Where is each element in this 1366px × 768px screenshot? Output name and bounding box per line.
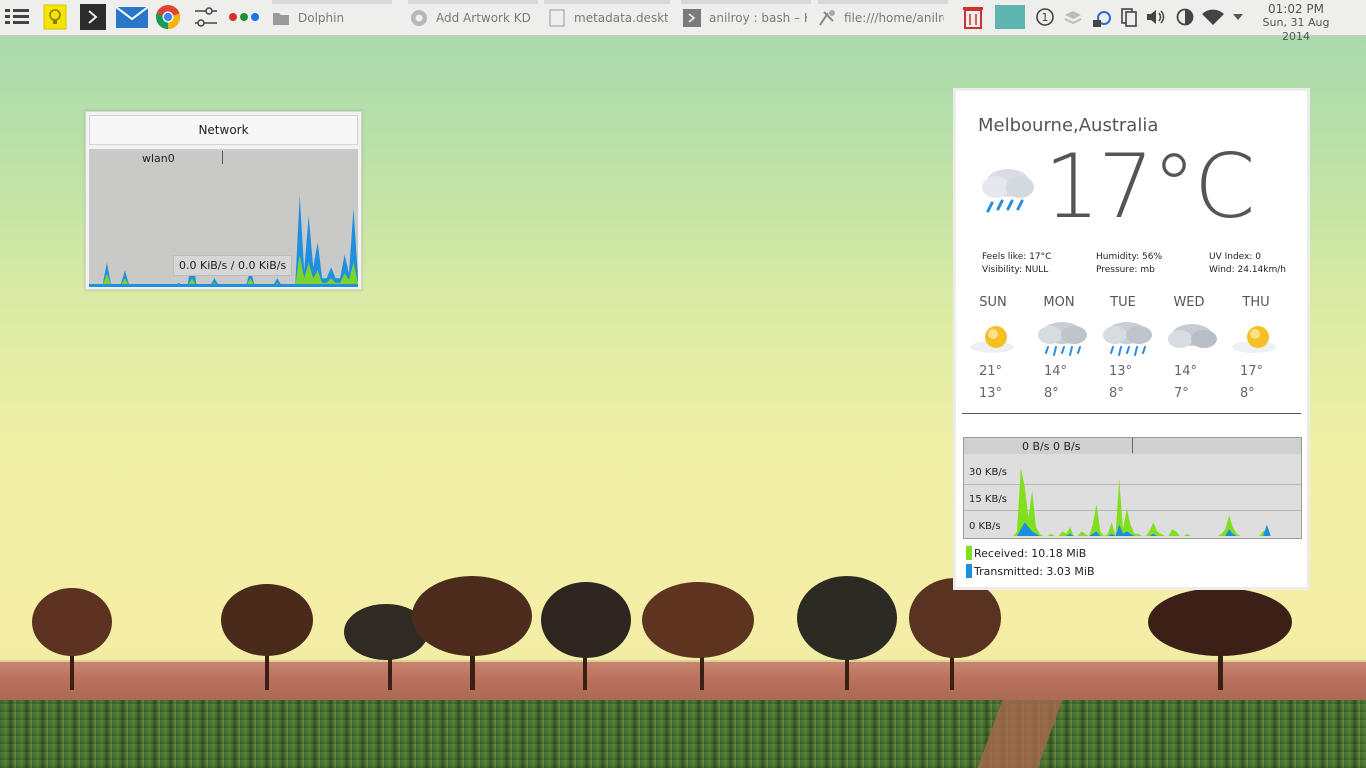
knotes-icon[interactable] bbox=[42, 4, 68, 30]
clipboard-icon[interactable] bbox=[1116, 4, 1142, 30]
task-browser[interactable]: file:///home/anilroy bbox=[818, 4, 944, 31]
legend-label: Received: 10.18 MiB bbox=[974, 546, 1087, 560]
task-chrome-artwork[interactable]: Add Artwork KDE-L bbox=[410, 4, 532, 31]
terminal-icon[interactable] bbox=[80, 4, 106, 30]
task-label: Add Artwork KDE-L bbox=[436, 10, 532, 25]
chrome-icon[interactable] bbox=[155, 4, 181, 30]
window-thumb-icon[interactable] bbox=[995, 4, 1025, 30]
rain-cloud-icon bbox=[976, 157, 1040, 221]
forecast-high: 14° bbox=[1044, 364, 1068, 379]
taskbar-panel: Dolphin Add Artwork KDE-L metadata.deskt… bbox=[0, 0, 1366, 43]
browser-task-icon bbox=[819, 9, 835, 26]
task-label: anilroy : bash – Kon bbox=[709, 10, 807, 25]
network-monitor-widget: Network wlan0 0.0 KiB/s / 0.0 KiB/s bbox=[85, 111, 362, 290]
visibility: Visibility: NULL bbox=[982, 265, 1049, 275]
rain-icon bbox=[1032, 313, 1092, 359]
clock-date: Sun, 31 Aug 2014 bbox=[1262, 16, 1330, 43]
y-tick-label: 15 KB/s bbox=[969, 494, 1007, 505]
power-icon[interactable] bbox=[1172, 4, 1198, 30]
legend-swatch bbox=[966, 546, 972, 560]
divider bbox=[962, 413, 1301, 414]
mail-icon[interactable] bbox=[116, 4, 148, 30]
interface-label: wlan0 bbox=[142, 152, 175, 165]
network-baseline bbox=[89, 284, 358, 287]
konsole-icon bbox=[683, 8, 701, 27]
settings-sliders-icon[interactable] bbox=[193, 4, 219, 30]
clock[interactable]: 01:02 PM Sun, 31 Aug 2014 bbox=[1250, 2, 1342, 44]
legend-transmitted: Transmitted: 3.03 MiB bbox=[966, 564, 1095, 578]
sunny-icon bbox=[966, 313, 1026, 359]
expand-arrow-icon[interactable] bbox=[1230, 4, 1246, 30]
forecast-low: 8° bbox=[1044, 386, 1059, 401]
humidity: Humidity: 56% bbox=[1096, 252, 1163, 262]
forecast-day: MON bbox=[1043, 295, 1075, 310]
dolphin-icon bbox=[273, 12, 289, 25]
layers-icon[interactable] bbox=[1060, 4, 1086, 30]
legend-received: Received: 10.18 MiB bbox=[966, 546, 1086, 560]
trash-icon[interactable] bbox=[960, 4, 986, 30]
forecast-high: 13° bbox=[1109, 364, 1133, 379]
wifi-icon[interactable] bbox=[1200, 4, 1226, 30]
rate-tooltip: 0.0 KiB/s / 0.0 KiB/s bbox=[173, 255, 293, 276]
document-icon bbox=[549, 9, 565, 26]
cloudy-icon bbox=[1162, 313, 1222, 359]
forecast-low: 7° bbox=[1174, 386, 1189, 401]
clock-time: 01:02 PM bbox=[1268, 2, 1324, 16]
svg-text:1: 1 bbox=[1042, 11, 1049, 24]
forecast-day: WED bbox=[1173, 295, 1205, 310]
activity-icon[interactable]: 1 bbox=[1032, 4, 1058, 30]
task-konsole[interactable]: anilroy : bash – Kon bbox=[683, 4, 807, 31]
task-dolphin[interactable]: Dolphin bbox=[272, 4, 397, 31]
legend-label: Transmitted: 3.03 MiB bbox=[974, 564, 1095, 578]
traffic-plot bbox=[964, 467, 1301, 536]
pressure: Pressure: mb bbox=[1096, 265, 1155, 275]
y-tick-label: 0 KB/s bbox=[969, 521, 1001, 532]
volume-icon[interactable] bbox=[1143, 4, 1169, 30]
weather-widget: Melbourne,Australia 17°C Feels like: 17°… bbox=[953, 88, 1310, 590]
task-label: metadata.desktop – bbox=[574, 10, 668, 25]
legend-swatch bbox=[966, 564, 972, 578]
plot-marker bbox=[222, 151, 223, 164]
forecast-high: 17° bbox=[1240, 364, 1264, 379]
wind: Wind: 24.14km/h bbox=[1209, 265, 1286, 275]
color-dots-icon[interactable] bbox=[228, 4, 262, 30]
uv-index: UV Index: 0 bbox=[1209, 252, 1262, 262]
traffic-chart: 0 B/s 0 B/s 30 KB/s 15 KB/s 0 KB/s bbox=[963, 437, 1302, 539]
traffic-area-series-received bbox=[964, 467, 1301, 536]
forecast-low: 8° bbox=[1109, 386, 1124, 401]
feels-like: Feels like: 17°C bbox=[982, 252, 1052, 262]
task-metadata-editor[interactable]: metadata.desktop – bbox=[548, 4, 668, 31]
wallpaper-field-near bbox=[0, 700, 1366, 768]
rain-icon bbox=[1097, 313, 1157, 359]
app-menu-icon[interactable] bbox=[4, 4, 30, 30]
forecast-low: 8° bbox=[1240, 386, 1255, 401]
task-label: Dolphin bbox=[298, 10, 345, 25]
y-tick-label: 30 KB/s bbox=[969, 467, 1007, 478]
current-temperature: 17°C bbox=[1044, 135, 1255, 238]
task-label: file:///home/anilroy bbox=[844, 10, 944, 25]
chrome-task-icon bbox=[411, 9, 427, 26]
weather-city: Melbourne,Australia bbox=[978, 115, 1159, 136]
sunny-icon bbox=[1228, 313, 1288, 359]
forecast-day: SUN bbox=[979, 295, 1007, 310]
network-widget-title[interactable]: Network bbox=[89, 115, 358, 145]
network-manager-icon[interactable] bbox=[1088, 4, 1114, 30]
forecast-day: THU bbox=[1242, 295, 1270, 310]
network-plot: wlan0 0.0 KiB/s / 0.0 KiB/s bbox=[89, 149, 358, 287]
forecast-high: 21° bbox=[979, 364, 1003, 379]
forecast-day: TUE bbox=[1110, 295, 1136, 310]
forecast-high: 14° bbox=[1174, 364, 1198, 379]
forecast-low: 13° bbox=[979, 386, 1003, 401]
